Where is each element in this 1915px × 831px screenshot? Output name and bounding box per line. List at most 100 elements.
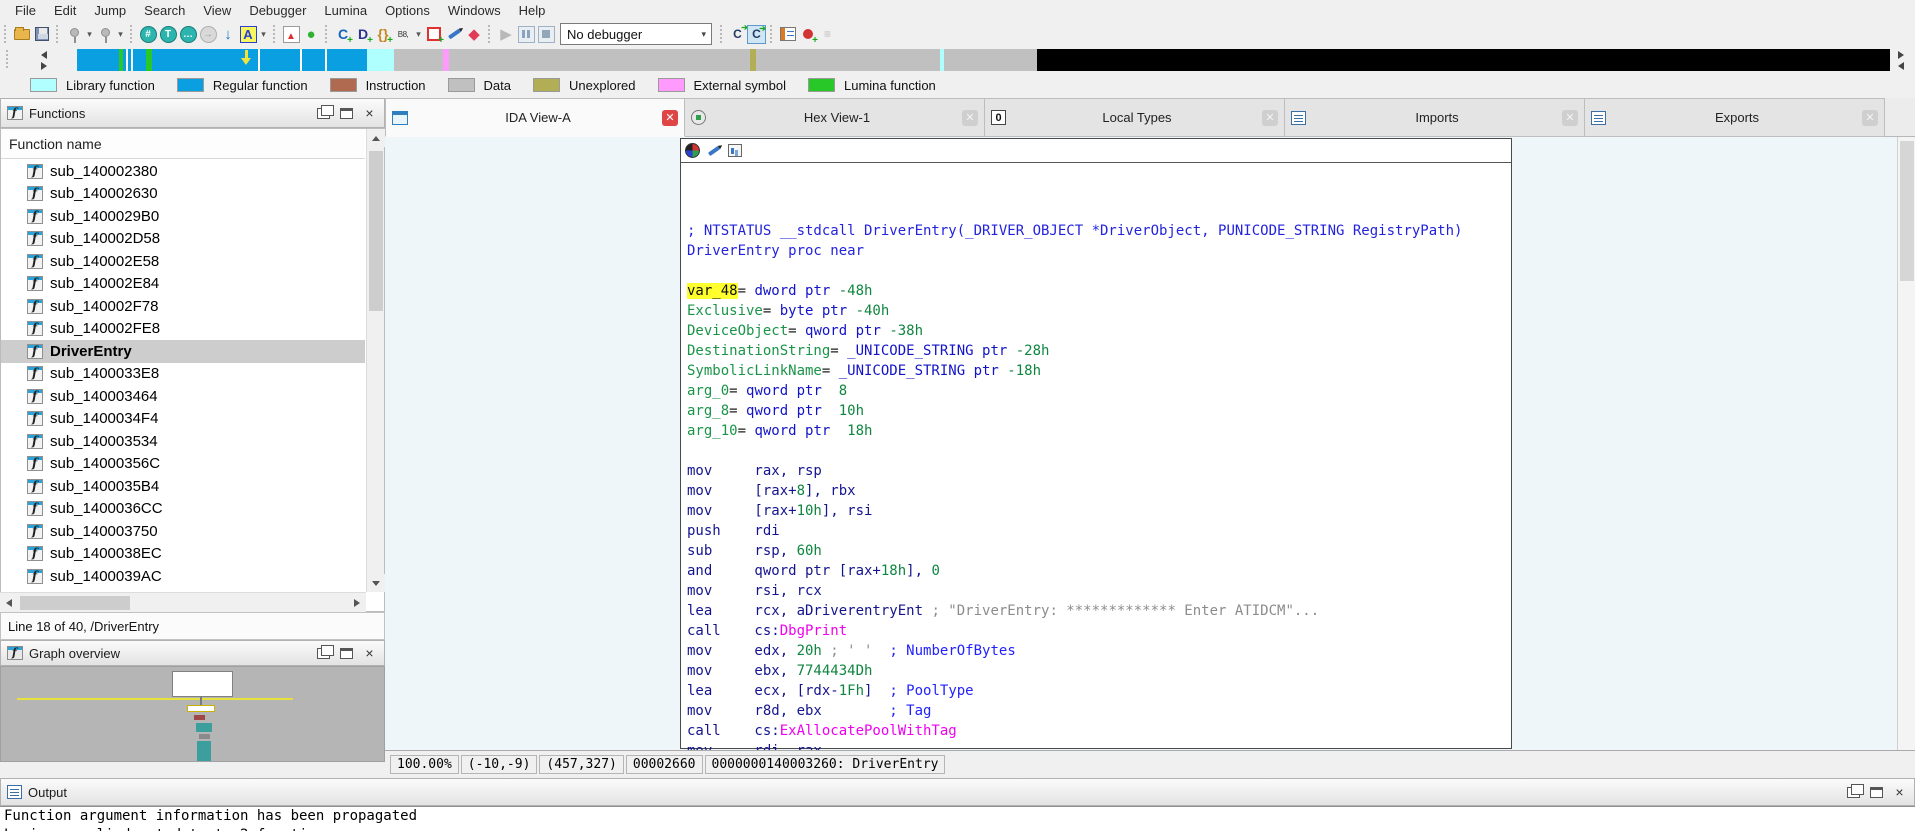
function-row[interactable]: sub_140003464: [1, 385, 365, 408]
make-code-icon[interactable]: C: [333, 24, 353, 44]
run-to-cursor-icon[interactable]: C: [747, 24, 766, 44]
debugger-combo[interactable]: No debugger ▾: [560, 23, 712, 45]
disassembly-vscroll-thumb[interactable]: [1900, 141, 1914, 281]
menu-edit[interactable]: Edit: [45, 1, 85, 20]
tab-local-types[interactable]: 0 Local Types ✕: [985, 98, 1285, 137]
tab-close-icon[interactable]: ✕: [1262, 109, 1278, 126]
code-line[interactable]: var_48= dword ptr -48h: [687, 281, 1511, 301]
code-line[interactable]: [687, 261, 1511, 281]
function-name-column-header[interactable]: Function name: [1, 129, 365, 159]
code-line[interactable]: mov rsi, rcx: [687, 581, 1511, 601]
nav-circle-icon[interactable]: →: [198, 24, 218, 44]
code-line[interactable]: SymbolicLinkName= _UNICODE_STRING ptr -1…: [687, 361, 1511, 381]
tab-close-icon[interactable]: ✕: [662, 109, 678, 126]
hash-circle-icon[interactable]: #: [138, 24, 158, 44]
patch-icon[interactable]: ◆: [464, 24, 484, 44]
scroll-right-icon[interactable]: [348, 594, 366, 612]
code-line[interactable]: call cs:DbgPrint: [687, 621, 1511, 641]
menu-view[interactable]: View: [194, 1, 240, 20]
tab-exports[interactable]: Exports ✕: [1585, 98, 1885, 137]
vscroll-thumb[interactable]: [369, 151, 383, 311]
function-row[interactable]: sub_140002630: [1, 183, 365, 206]
band-left-icon[interactable]: [1893, 60, 1909, 71]
output-maximize-icon[interactable]: [1870, 786, 1883, 798]
menu-options[interactable]: Options: [376, 1, 439, 20]
operand-dropdown-icon[interactable]: ▾: [413, 24, 424, 44]
functions-vscrollbar[interactable]: [366, 129, 385, 592]
operand-icon[interactable]: B8,: [393, 24, 413, 44]
code-line[interactable]: arg_8= qword ptr 10h: [687, 401, 1511, 421]
start-process-icon[interactable]: ▶: [496, 24, 516, 44]
tab-close-icon[interactable]: ✕: [1862, 109, 1878, 126]
code-line[interactable]: and qword ptr [rax+18h], 0: [687, 561, 1511, 581]
function-row[interactable]: sub_1400039AC: [1, 565, 365, 588]
hscroll-thumb[interactable]: [20, 596, 130, 610]
output-close-icon[interactable]: ×: [1893, 785, 1906, 799]
code-line[interactable]: [687, 441, 1511, 461]
functions-float-icon[interactable]: [317, 104, 334, 119]
minimap-viewport-rect[interactable]: [172, 671, 233, 697]
code-line[interactable]: DriverEntry proc near: [687, 241, 1511, 261]
graph-close-icon[interactable]: ×: [363, 646, 376, 660]
edit-icon[interactable]: [444, 24, 464, 44]
disassembly-vscrollbar[interactable]: [1897, 137, 1915, 750]
breakpoint-list-icon[interactable]: [778, 24, 798, 44]
function-row[interactable]: sub_140003750: [1, 520, 365, 543]
green-sphere-icon[interactable]: ●: [301, 24, 321, 44]
output-log[interactable]: Function argument information has been p…: [0, 806, 1915, 831]
red-triangle-icon[interactable]: ▲: [281, 24, 301, 44]
function-row[interactable]: sub_14000356C: [1, 453, 365, 476]
toolbar-drag-handle[interactable]: [488, 25, 493, 43]
toolbar-drag-handle[interactable]: [273, 25, 278, 43]
function-row[interactable]: sub_140002F78: [1, 295, 365, 318]
scroll-left-icon[interactable]: [0, 594, 18, 612]
disassembly-widget[interactable]: ; NTSTATUS __stdcall DriverEntry(_DRIVER…: [680, 138, 1512, 759]
ascii-icon[interactable]: A: [238, 24, 258, 44]
graph-maximize-icon[interactable]: [340, 647, 353, 659]
code-line[interactable]: DeviceObject= qword ptr -38h: [687, 321, 1511, 341]
toolbar-drag-handle[interactable]: [720, 25, 725, 43]
code-line[interactable]: Exclusive= byte ptr -40h: [687, 301, 1511, 321]
menu-lumina[interactable]: Lumina: [315, 1, 376, 20]
band-right-arrows[interactable]: [1893, 49, 1909, 71]
pin-icon[interactable]: [64, 24, 84, 44]
menu-file[interactable]: File: [6, 1, 45, 20]
code-line[interactable]: mov edx, 20h ; ' ' ; NumberOfBytes: [687, 641, 1511, 661]
make-data-icon[interactable]: D: [353, 24, 373, 44]
code-line[interactable]: arg_0= qword ptr 8: [687, 381, 1511, 401]
functions-close-icon[interactable]: ×: [363, 106, 376, 120]
pin2-icon[interactable]: [95, 24, 115, 44]
add-breakpoint-icon[interactable]: [798, 24, 818, 44]
coverage-pie-icon[interactable]: [684, 142, 701, 159]
type-circle-icon[interactable]: T: [158, 24, 178, 44]
rename-icon[interactable]: [424, 24, 444, 44]
tab-hex-view-1[interactable]: Hex View-1 ✕: [685, 98, 985, 137]
output-float-icon[interactable]: [1847, 783, 1864, 798]
function-row[interactable]: sub_140002FE8: [1, 318, 365, 341]
function-row[interactable]: sub_140002E84: [1, 273, 365, 296]
function-row[interactable]: sub_140002380: [1, 160, 365, 183]
code-line[interactable]: call cs:ExAllocatePoolWithTag: [687, 721, 1511, 741]
open-file-icon[interactable]: [12, 24, 32, 44]
ascii-dropdown-icon[interactable]: ▾: [258, 24, 269, 44]
tab-close-icon[interactable]: ✕: [962, 109, 978, 126]
tab-ida-view-a[interactable]: IDA View-A ✕: [385, 98, 685, 137]
toolbar-drag-handle[interactable]: [4, 25, 9, 43]
menu-search[interactable]: Search: [135, 1, 194, 20]
code-line[interactable]: lea rcx, aDriverentryEnt ; "DriverEntry:…: [687, 601, 1511, 621]
dots-circle-icon[interactable]: …: [178, 24, 198, 44]
pin2-dropdown-icon[interactable]: ▾: [115, 24, 126, 44]
scroll-down-icon[interactable]: [367, 574, 385, 592]
navigation-band[interactable]: [0, 49, 1890, 71]
down-arrow-icon[interactable]: ↓: [218, 24, 238, 44]
menu-help[interactable]: Help: [510, 1, 555, 20]
code-line[interactable]: arg_10= qword ptr 18h: [687, 421, 1511, 441]
function-row[interactable]: sub_140002D58: [1, 228, 365, 251]
disassembly-listing[interactable]: ; NTSTATUS __stdcall DriverEntry(_DRIVER…: [681, 163, 1511, 761]
ida-view-pane[interactable]: ; NTSTATUS __stdcall DriverEntry(_DRIVER…: [385, 137, 1915, 759]
make-struct-icon[interactable]: {}: [373, 24, 393, 44]
code-line[interactable]: lea ecx, [rdx-1Fh] ; PoolType: [687, 681, 1511, 701]
function-row[interactable]: sub_1400038EC: [1, 543, 365, 566]
code-line[interactable]: mov [rax+10h], rsi: [687, 501, 1511, 521]
code-line[interactable]: mov r8d, ebx ; Tag: [687, 701, 1511, 721]
